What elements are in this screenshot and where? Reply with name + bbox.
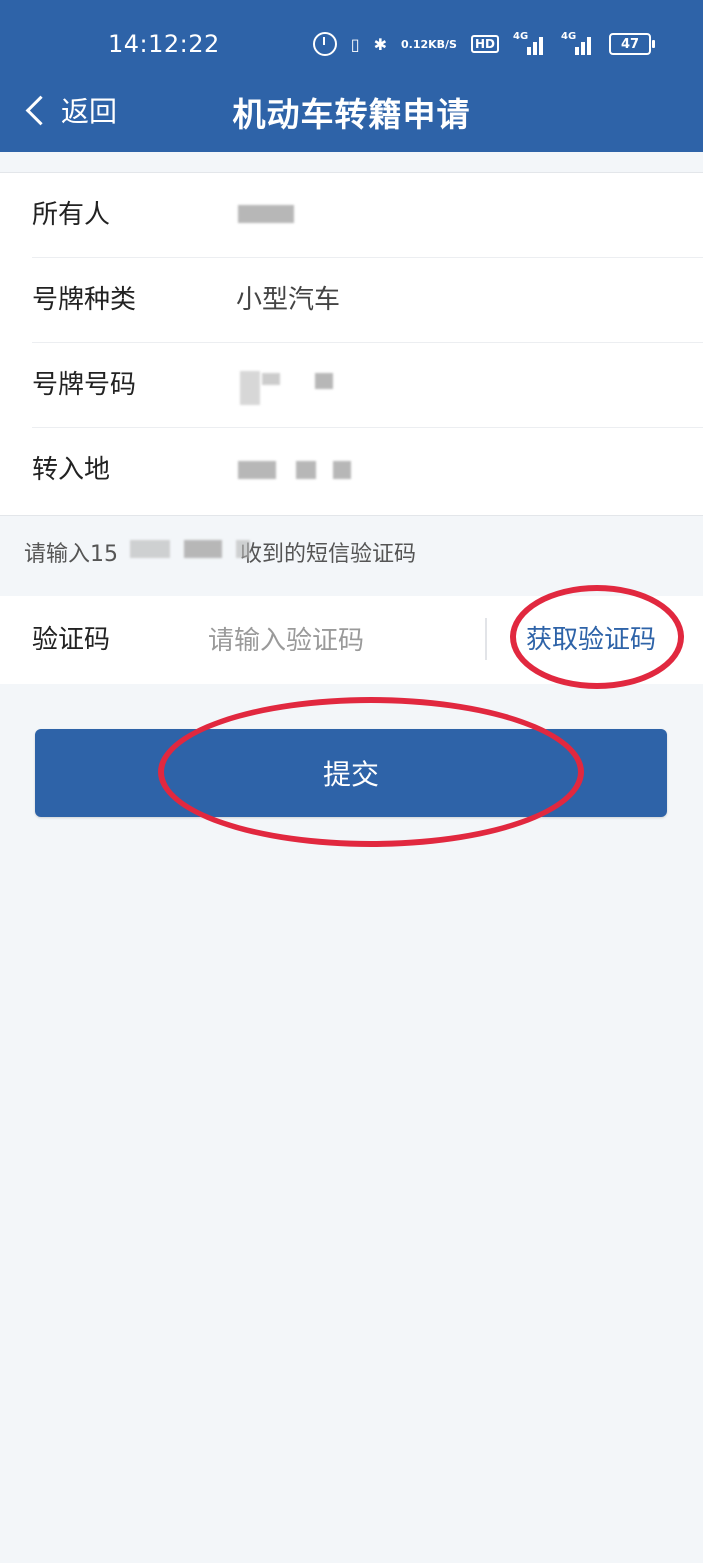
vibrate-icon: ▯ <box>350 34 360 54</box>
vehicle-info-card: 所有人 号牌种类 小型汽车 号牌号码 转入地 <box>0 172 703 516</box>
bluetooth-icon: ✱ <box>373 34 387 54</box>
get-code-button[interactable]: 获取验证码 <box>526 596 656 684</box>
signal-icon: 4G <box>561 31 595 55</box>
owner-row: 所有人 <box>0 173 703 258</box>
page-title: 机动车转籍申请 <box>232 95 471 134</box>
battery-icon: 47 <box>609 33 655 55</box>
signal-icon: 4G <box>513 31 547 55</box>
plate-number-row: 号牌号码 <box>0 343 703 428</box>
plate-type-label: 号牌种类 <box>32 285 137 315</box>
redacted-owner <box>238 205 294 223</box>
owner-label: 所有人 <box>32 200 111 230</box>
status-icons: ▯ ✱ 0.12 KB/S HD 4G 4G 47 <box>312 28 655 60</box>
destination-label: 转入地 <box>32 455 111 485</box>
verification-code-label: 验证码 <box>32 625 111 655</box>
verification-code-row: 验证码 获取验证码 <box>0 596 703 684</box>
divider <box>485 618 487 660</box>
status-time: 14:12:22 <box>108 30 220 58</box>
plate-type-value: 小型汽车 <box>236 285 341 315</box>
plate-number-label: 号牌号码 <box>32 370 137 400</box>
header-bar: 14:12:22 ▯ ✱ 0.12 KB/S HD 4G 4G 47 返回 机动… <box>0 0 703 152</box>
destination-row: 转入地 <box>0 428 703 513</box>
hd-icon: HD <box>470 35 499 53</box>
submit-button[interactable]: 提交 <box>35 729 667 817</box>
verification-code-input[interactable] <box>206 616 470 666</box>
alarm-icon <box>312 32 337 56</box>
redacted-plate <box>240 371 260 405</box>
plate-type-row: 号牌种类 小型汽车 <box>0 258 703 343</box>
redacted-destination <box>238 461 276 479</box>
network-speed: 0.12 KB/S <box>400 37 457 51</box>
